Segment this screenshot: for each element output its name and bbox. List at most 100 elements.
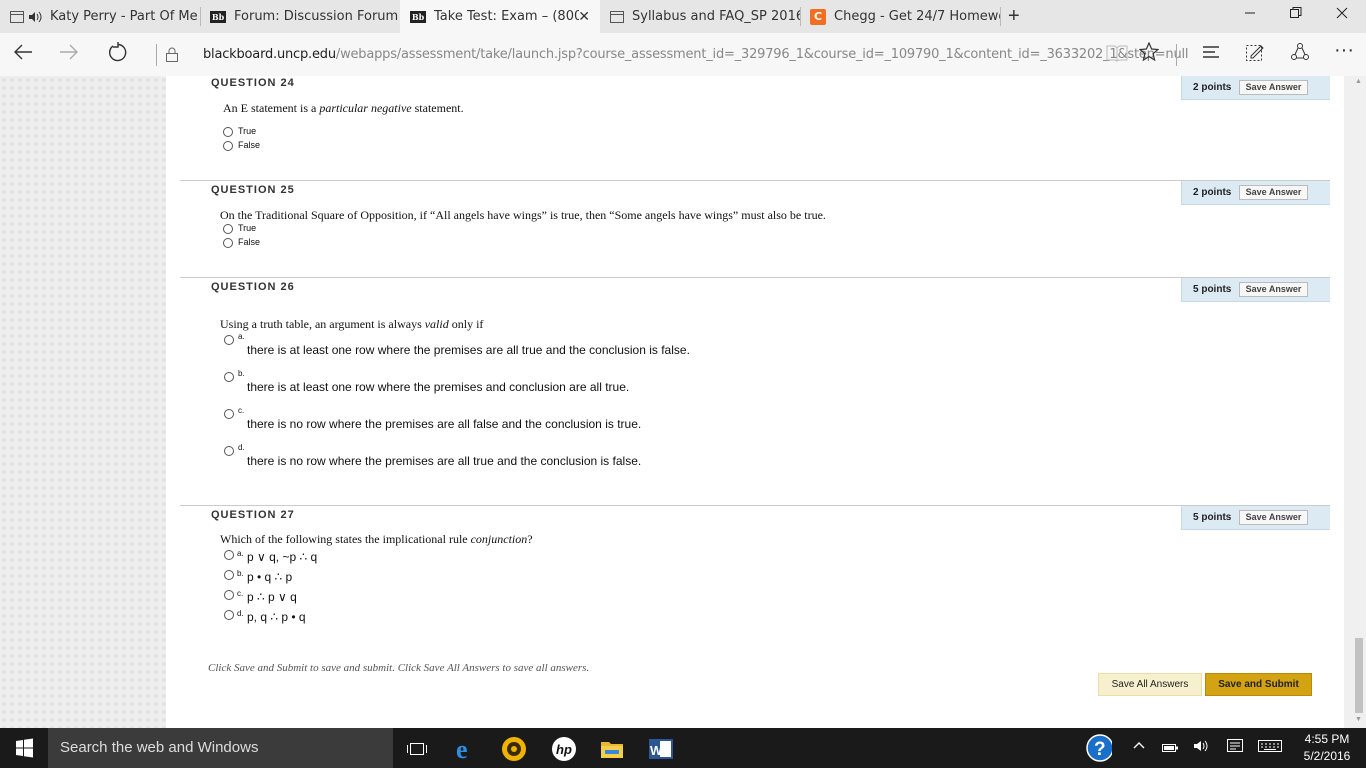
windows-taskbar: Search the web and Windows e hp W ? 4:55… (0, 728, 1366, 768)
new-tab-icon[interactable]: + (1008, 5, 1020, 28)
word-icon[interactable]: W (648, 736, 674, 762)
vertical-scrollbar[interactable]: ▲ ▼ (1352, 76, 1366, 728)
radio-option-d[interactable] (224, 610, 234, 620)
question-heading: QUESTION 26 (211, 281, 295, 293)
share-icon[interactable] (1290, 42, 1310, 68)
save-and-submit-button[interactable]: Save and Submit (1205, 673, 1312, 696)
web-note-icon[interactable] (1245, 42, 1265, 68)
refresh-icon[interactable] (107, 41, 129, 69)
question-text-emphasis: conjunction (470, 532, 528, 546)
option-label: False (238, 237, 261, 247)
save-answer-button[interactable]: Save Answer (1239, 185, 1308, 200)
speaker-icon (28, 11, 42, 23)
radio-option-c[interactable] (224, 590, 234, 600)
radio-option-b[interactable] (224, 372, 234, 382)
option-letter: b. (237, 569, 244, 578)
battery-icon[interactable] (1162, 741, 1178, 756)
task-view-icon[interactable] (404, 736, 430, 762)
media-app-icon[interactable] (501, 736, 527, 762)
file-explorer-icon[interactable] (599, 736, 625, 762)
question-divider (180, 505, 1330, 506)
minimize-icon[interactable] (1244, 6, 1256, 23)
url-field[interactable]: blackboard.uncp.edu/webapps/assessment/t… (203, 47, 1189, 62)
question-text-emphasis: particular negative (319, 101, 412, 115)
tab-chegg[interactable]: C Chegg - Get 24/7 Homewor (800, 0, 1000, 33)
hub-icon[interactable] (1201, 42, 1221, 68)
option-label: True (238, 126, 257, 136)
clock-date: 5/2/2016 (1303, 749, 1351, 763)
page-icon (610, 10, 624, 23)
blackboard-icon: Bb (410, 10, 426, 23)
lock-icon[interactable] (166, 47, 178, 62)
question-points: 5 points (1193, 284, 1232, 295)
scroll-down-icon[interactable]: ▼ (1355, 716, 1362, 723)
tab-label: Forum: Discussion Forum – (234, 9, 400, 24)
divider (1176, 44, 1177, 66)
favorite-star-icon[interactable] (1138, 41, 1160, 68)
question-heading: QUESTION 27 (211, 509, 295, 521)
hp-icon[interactable]: hp (551, 736, 577, 762)
option-text: p ∨ q, ~p ∴ q (247, 550, 318, 564)
option-letter: a. (238, 332, 245, 341)
option-text: there is no row where the premises are a… (247, 417, 642, 431)
radio-true[interactable] (223, 127, 233, 137)
close-window-icon[interactable] (1336, 6, 1348, 23)
tab-forum[interactable]: Bb Forum: Discussion Forum – (200, 0, 400, 33)
svg-text:e: e (456, 736, 468, 762)
action-center-icon[interactable] (1227, 739, 1243, 756)
radio-option-a[interactable] (224, 550, 234, 560)
restore-icon[interactable] (1290, 6, 1302, 23)
question-text-after: only if (448, 317, 484, 331)
start-button[interactable] (0, 728, 48, 768)
blackboard-icon: Bb (210, 10, 226, 23)
save-answer-button[interactable]: Save Answer (1239, 80, 1308, 95)
tab-take-test[interactable]: Bb Take Test: Exam – (800,8 ✕ (400, 0, 600, 33)
forward-icon[interactable] (58, 41, 80, 69)
option-text: p • q ∴ p (247, 570, 293, 584)
page-background (0, 76, 166, 728)
taskbar-search-box[interactable]: Search the web and Windows (48, 728, 393, 768)
chegg-icon: C (810, 8, 826, 25)
radio-option-d[interactable] (224, 446, 234, 456)
radio-false[interactable] (223, 238, 233, 248)
back-icon[interactable] (12, 41, 34, 69)
question-text-before: Which of the following states the implic… (220, 532, 471, 546)
question-text: Which of the following states the implic… (220, 532, 533, 547)
question-divider (180, 277, 1330, 278)
test-content-area (166, 76, 1344, 728)
keyboard-icon[interactable] (1258, 740, 1282, 755)
save-all-answers-button[interactable]: Save All Answers (1098, 673, 1202, 696)
scrollbar-thumb[interactable] (1355, 638, 1363, 713)
question-heading: QUESTION 24 (211, 77, 295, 89)
scroll-up-icon[interactable]: ▲ (1355, 78, 1362, 85)
option-label: False (238, 140, 261, 150)
question-text: On the Traditional Square of Opposition,… (220, 208, 826, 222)
url-path: /webapps/assessment/take/launch.jsp?cour… (335, 47, 1189, 62)
system-clock[interactable]: 4:55 PM 5/2/2016 (1296, 731, 1358, 765)
radio-option-b[interactable] (224, 570, 234, 580)
tab-label: Chegg - Get 24/7 Homewor (834, 9, 1000, 24)
radio-option-c[interactable] (224, 409, 234, 419)
option-letter: a. (237, 549, 244, 558)
radio-false[interactable] (223, 141, 233, 151)
volume-icon[interactable] (1193, 739, 1209, 756)
tab-katy-perry[interactable]: Katy Perry - Part Of Me · (0, 0, 200, 33)
tab-label: Syllabus and FAQ_SP 2016(1 (632, 9, 800, 24)
reading-view-icon[interactable] (1106, 44, 1128, 68)
question-text-before: Using a truth table, an argument is alwa… (220, 317, 425, 331)
option-text: p ∴ p ∨ q (247, 590, 297, 604)
help-icon[interactable]: ? (1086, 734, 1112, 762)
radio-option-a[interactable] (224, 335, 234, 345)
show-hidden-icons-icon[interactable] (1133, 739, 1145, 754)
save-answer-button[interactable]: Save Answer (1239, 510, 1308, 525)
radio-true[interactable] (223, 224, 233, 234)
edge-browser-icon[interactable]: e (453, 736, 479, 762)
submit-instructions: Click Save and Submit to save and submit… (208, 662, 590, 674)
page-icon (10, 10, 24, 23)
save-answer-button[interactable]: Save Answer (1239, 282, 1308, 297)
question-text: An E statement is a particular negative … (223, 101, 464, 116)
more-icon[interactable]: ··· (1334, 39, 1354, 62)
points-box: 5 points Save Answer (1181, 506, 1330, 530)
close-tab-icon[interactable]: ✕ (578, 9, 590, 25)
tab-syllabus[interactable]: Syllabus and FAQ_SP 2016(1 (600, 0, 800, 33)
